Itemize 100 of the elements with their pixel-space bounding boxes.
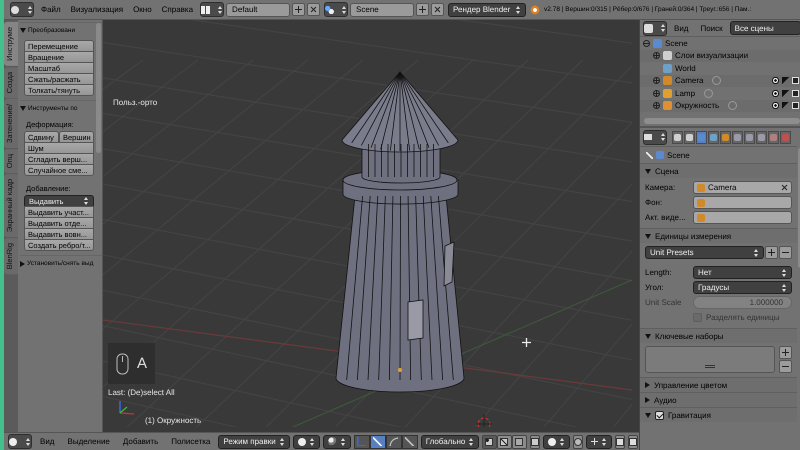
field-label: Length: <box>645 268 673 277</box>
expand-icon[interactable] <box>653 102 660 110</box>
crosshair-icon <box>522 338 531 347</box>
pin-icon[interactable] <box>646 152 653 158</box>
render-button[interactable] <box>614 434 625 448</box>
remove-button[interactable] <box>779 360 792 373</box>
select-mode-button[interactable] <box>512 434 527 448</box>
select-mode-button[interactable] <box>482 434 497 448</box>
menu-item[interactable]: Полисетка <box>166 437 216 446</box>
field-label: Unit Scale <box>645 298 682 307</box>
mouse-icon <box>116 352 129 374</box>
add-button[interactable] <box>765 246 778 259</box>
axes-icon <box>117 400 135 416</box>
key-label: A <box>137 355 148 372</box>
add-button[interactable] <box>416 3 430 16</box>
menu-item[interactable]: Добавить <box>118 437 164 446</box>
logo-icon <box>530 4 540 14</box>
expand-icon[interactable] <box>645 334 651 338</box>
properties-tab[interactable] <box>720 130 731 144</box>
data-icon <box>728 101 738 110</box>
snap-element-dropdown[interactable] <box>586 434 612 448</box>
view-name: Польз.-орто <box>113 98 158 107</box>
checkbox[interactable] <box>655 410 664 420</box>
checkbox-label: Разделять единицы <box>706 313 780 322</box>
properties-tab[interactable] <box>672 130 683 144</box>
menu-item[interactable]: Визуализация <box>68 5 126 14</box>
expand-icon[interactable] <box>643 40 650 47</box>
3d-cursor-icon <box>474 414 494 427</box>
menu-item[interactable]: Окно <box>130 5 155 14</box>
mode-dropdown[interactable]: Режим правки <box>218 434 290 448</box>
remove-button[interactable] <box>779 246 792 259</box>
add-button[interactable] <box>779 346 792 359</box>
editor-type-button[interactable] <box>10 2 34 17</box>
expand-icon[interactable] <box>20 106 26 111</box>
preset-dropdown[interactable]: Unit Presets <box>645 246 764 259</box>
properties-tab[interactable] <box>756 130 767 144</box>
properties-tab[interactable] <box>768 130 779 144</box>
properties-tab[interactable] <box>684 130 695 144</box>
manipulator-button[interactable] <box>370 434 386 448</box>
menu-item[interactable]: Выделение <box>62 437 115 446</box>
occlude-button[interactable] <box>530 434 540 448</box>
context-path: Scene <box>667 150 690 160</box>
outliner-item[interactable]: Camera <box>675 76 704 86</box>
menu-item[interactable]: Вид <box>669 24 694 32</box>
manipulator-button[interactable] <box>386 434 402 448</box>
outliner-item[interactable]: Scene <box>665 38 688 48</box>
screen-layout-field[interactable]: Default <box>226 2 290 16</box>
expand-icon[interactable] <box>653 90 660 97</box>
delete-button[interactable] <box>307 3 320 16</box>
snap-button[interactable] <box>572 434 583 448</box>
scene-icon <box>656 151 664 159</box>
menu-item[interactable]: Вид <box>35 437 60 446</box>
panel-title[interactable]: Аудио <box>654 396 677 404</box>
last-operator-text: Last: (De)select All <box>108 388 175 397</box>
outliner-item[interactable]: World <box>675 64 696 73</box>
manipulator-button[interactable] <box>402 434 418 448</box>
expand-icon[interactable] <box>653 77 660 84</box>
properties-tab[interactable] <box>732 130 743 144</box>
proportional-edit-dropdown[interactable] <box>542 434 570 448</box>
display-mode-button[interactable] <box>643 20 667 36</box>
expand-icon[interactable] <box>653 52 660 60</box>
screen-layout-button[interactable] <box>200 2 224 17</box>
editor-type-button[interactable] <box>8 434 32 449</box>
datablock-field[interactable] <box>693 211 792 224</box>
expand-icon[interactable] <box>645 168 651 174</box>
field-label: Фон: <box>645 198 664 207</box>
menu-item[interactable]: Файл <box>38 5 64 14</box>
datablock-field[interactable] <box>693 196 792 209</box>
select-mode-button[interactable] <box>496 434 512 448</box>
editor-type-button[interactable] <box>643 130 667 144</box>
menu-item[interactable]: Поиск <box>695 24 728 32</box>
expand-icon[interactable] <box>645 234 651 238</box>
field-label: Угол: <box>645 283 665 292</box>
filter-dropdown[interactable]: Все сцены <box>730 21 800 35</box>
option-dropdown[interactable]: Нет <box>693 266 792 279</box>
expand-icon[interactable] <box>20 260 25 266</box>
pivot-point-dropdown[interactable] <box>322 434 351 448</box>
datablock-field[interactable]: Camera <box>693 181 792 194</box>
field-label: Камера: <box>645 183 676 192</box>
outliner-item[interactable]: Lamp <box>675 88 696 98</box>
option-dropdown[interactable]: Градусы <box>693 281 792 294</box>
scrollbar[interactable] <box>96 23 101 153</box>
viewport-shading-dropdown[interactable] <box>292 434 320 448</box>
add-button[interactable] <box>292 3 306 16</box>
object-name: (1) Окружность <box>145 416 202 425</box>
scene-field[interactable]: Scene <box>350 2 414 16</box>
properties-tab[interactable] <box>744 130 755 144</box>
panel-title[interactable]: Сцена <box>655 166 679 176</box>
render-engine-dropdown[interactable]: Рендер Blender <box>448 2 526 16</box>
properties-tab[interactable] <box>696 130 707 144</box>
field-label: Акт. виде... <box>645 213 687 222</box>
expand-icon[interactable] <box>20 28 26 33</box>
menu-item[interactable]: Справка <box>158 5 196 14</box>
scene-button[interactable] <box>324 2 348 17</box>
delete-button[interactable] <box>431 3 444 16</box>
scrollbar[interactable] <box>644 118 800 124</box>
properties-tab[interactable] <box>708 130 719 144</box>
panel-title[interactable]: Гравитация <box>668 410 711 420</box>
transform-orientation-dropdown[interactable]: Глобально <box>420 434 479 448</box>
render-animation-button[interactable] <box>628 434 638 448</box>
